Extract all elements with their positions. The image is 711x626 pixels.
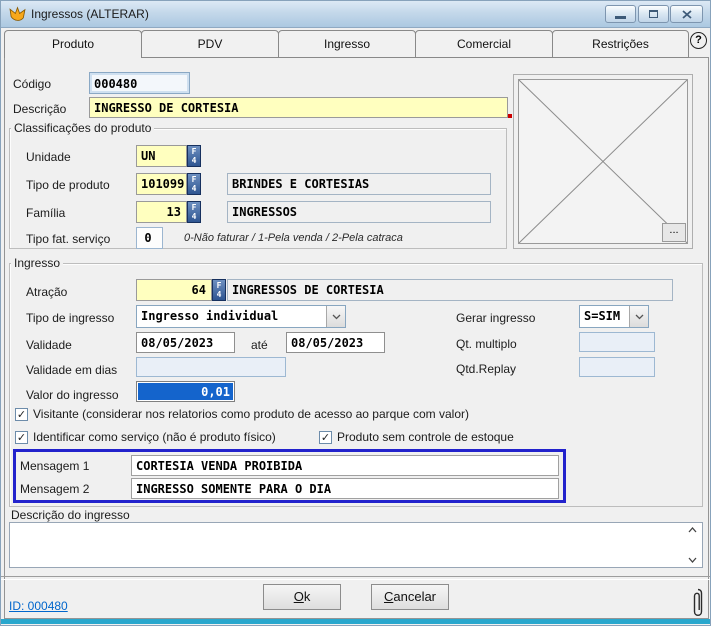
f4-icon: F: [188, 203, 200, 212]
ok-button[interactable]: Ok: [263, 584, 341, 610]
gerar-ingresso-value: S=SIM: [584, 309, 620, 323]
mensagem1-label: Mensagem 1: [20, 459, 89, 473]
chevron-down-icon[interactable]: [326, 306, 345, 327]
f4-icon: F: [188, 147, 200, 156]
title-bar[interactable]: Ingressos (ALTERAR): [1, 1, 710, 28]
familia-label: Família: [26, 206, 65, 220]
window-bottom-border: [1, 619, 711, 624]
descricao-ingresso-label: Descrição do ingresso: [11, 508, 130, 522]
close-icon: [682, 10, 692, 19]
tab-ingresso[interactable]: Ingresso: [278, 30, 416, 58]
atracao-label: Atração: [26, 285, 67, 299]
tipo-fat-servico-hint: 0-Não faturar / 1-Pela venda / 2-Pela ca…: [184, 232, 403, 244]
validade-de-field[interactable]: 08/05/2023: [136, 332, 235, 353]
familia-desc-field: INGRESSOS: [227, 201, 491, 223]
tab-pdv[interactable]: PDV: [141, 30, 279, 58]
mensagem2-label: Mensagem 2: [20, 482, 89, 496]
mensagens-section: Mensagem 1 CORTESIA VENDA PROIBIDA Mensa…: [13, 449, 566, 503]
codigo-label: Código: [13, 77, 51, 91]
footer-divider: [1, 576, 711, 579]
gerar-ingresso-select[interactable]: S=SIM: [579, 305, 649, 328]
mensagem1-field[interactable]: CORTESIA VENDA PROIBIDA: [131, 455, 559, 476]
tipo-produto-desc-field: BRINDES E CORTESIAS: [227, 173, 491, 195]
qtd-replay-label: Qtd.Replay: [456, 362, 516, 376]
unidade-f4-lookup-button[interactable]: F 4: [187, 145, 201, 167]
descricao-label: Descrição: [13, 102, 66, 116]
validade-label: Validade: [26, 338, 72, 352]
paperclip-icon: [691, 587, 705, 618]
valor-ingresso-field[interactable]: 0,01: [136, 381, 235, 402]
visitante-checkbox-row[interactable]: ✓ Visitante (considerar nos relatorios c…: [15, 407, 469, 421]
browse-image-button[interactable]: ...: [662, 223, 686, 242]
tab-restricoes[interactable]: Restrições: [552, 30, 689, 58]
ate-label: até: [251, 338, 268, 352]
close-button[interactable]: [670, 5, 703, 23]
identificar-servico-checkbox-row[interactable]: ✓ Identificar como serviço (não é produt…: [15, 430, 276, 444]
tab-produto[interactable]: Produto: [4, 30, 142, 58]
ingressos-window: Ingressos (ALTERAR) Produto PDV Ingresso…: [0, 0, 711, 626]
help-icon[interactable]: ?: [690, 32, 707, 49]
codigo-field[interactable]: 000480: [89, 72, 190, 94]
tipo-produto-label: Tipo de produto: [26, 178, 110, 192]
f4-icon: F: [213, 281, 225, 290]
qtd-replay-field[interactable]: [579, 357, 655, 377]
tipo-fat-servico-field[interactable]: 0: [136, 227, 163, 249]
tipo-fat-servico-label: Tipo fat. serviço: [26, 232, 110, 246]
app-icon: [9, 6, 26, 22]
atracao-f4-lookup-button[interactable]: F 4: [212, 279, 226, 301]
sem-controle-estoque-checkbox-label: Produto sem controle de estoque: [337, 430, 514, 444]
maximize-button[interactable]: [638, 5, 669, 23]
f4-icon: F: [188, 175, 200, 184]
minimize-button[interactable]: [605, 5, 636, 23]
valor-ingresso-label: Valor do ingresso: [26, 388, 119, 402]
qt-multiplo-field[interactable]: [579, 332, 655, 352]
cancel-button[interactable]: Cancelar: [371, 584, 449, 610]
qt-multiplo-label: Qt. multiplo: [456, 337, 517, 351]
classificacoes-group-title: Classificações do produto: [11, 121, 154, 135]
chevron-down-icon[interactable]: [629, 306, 648, 327]
descricao-ingresso-textarea[interactable]: [9, 522, 703, 568]
validade-em-dias-field[interactable]: [136, 357, 286, 377]
ingresso-group-title: Ingresso: [11, 256, 63, 270]
checkbox-checked-icon[interactable]: ✓: [15, 408, 28, 421]
mensagem2-field[interactable]: INGRESSO SOMENTE PARA O DIA: [131, 478, 559, 499]
identificar-servico-checkbox-label: Identificar como serviço (não é produto …: [33, 430, 276, 444]
tab-comercial[interactable]: Comercial: [415, 30, 553, 58]
familia-f4-lookup-button[interactable]: F 4: [187, 201, 201, 223]
checkbox-checked-icon[interactable]: ✓: [319, 431, 332, 444]
tipo-produto-field[interactable]: 101099: [136, 173, 187, 195]
tipo-ingresso-label: Tipo de ingresso: [26, 311, 114, 325]
tipo-ingresso-select[interactable]: Ingresso individual: [136, 305, 346, 328]
sem-controle-estoque-checkbox-row[interactable]: ✓ Produto sem controle de estoque: [319, 430, 514, 444]
visitante-checkbox-label: Visitante (considerar nos relatorios com…: [33, 407, 469, 421]
descricao-field[interactable]: INGRESSO DE CORTESIA: [89, 97, 508, 118]
required-marker: [508, 114, 512, 118]
validade-em-dias-label: Validade em dias: [26, 363, 117, 377]
record-id-link[interactable]: ID: 000480: [9, 599, 68, 613]
valor-ingresso-value: 0,01: [138, 383, 233, 400]
maximize-icon: [649, 10, 658, 18]
tipo-produto-f4-lookup-button[interactable]: F 4: [187, 173, 201, 195]
scroll-down-icon[interactable]: [687, 556, 698, 564]
tipo-ingresso-value: Ingresso individual: [141, 309, 278, 323]
minimize-icon: [615, 16, 626, 19]
scroll-up-icon[interactable]: [687, 526, 698, 534]
validade-ate-field[interactable]: 08/05/2023: [286, 332, 385, 353]
checkbox-checked-icon[interactable]: ✓: [15, 431, 28, 444]
unidade-label: Unidade: [26, 150, 71, 164]
window-title: Ingressos (ALTERAR): [31, 7, 149, 21]
image-placeholder: ...: [518, 79, 688, 244]
product-image-box: ...: [513, 74, 693, 249]
gerar-ingresso-label: Gerar ingresso: [456, 311, 535, 325]
unidade-field[interactable]: UN: [136, 145, 187, 167]
atracao-field[interactable]: 64: [136, 279, 212, 301]
familia-field[interactable]: 13: [136, 201, 187, 223]
atracao-desc-field: INGRESSOS DE CORTESIA: [227, 279, 673, 301]
